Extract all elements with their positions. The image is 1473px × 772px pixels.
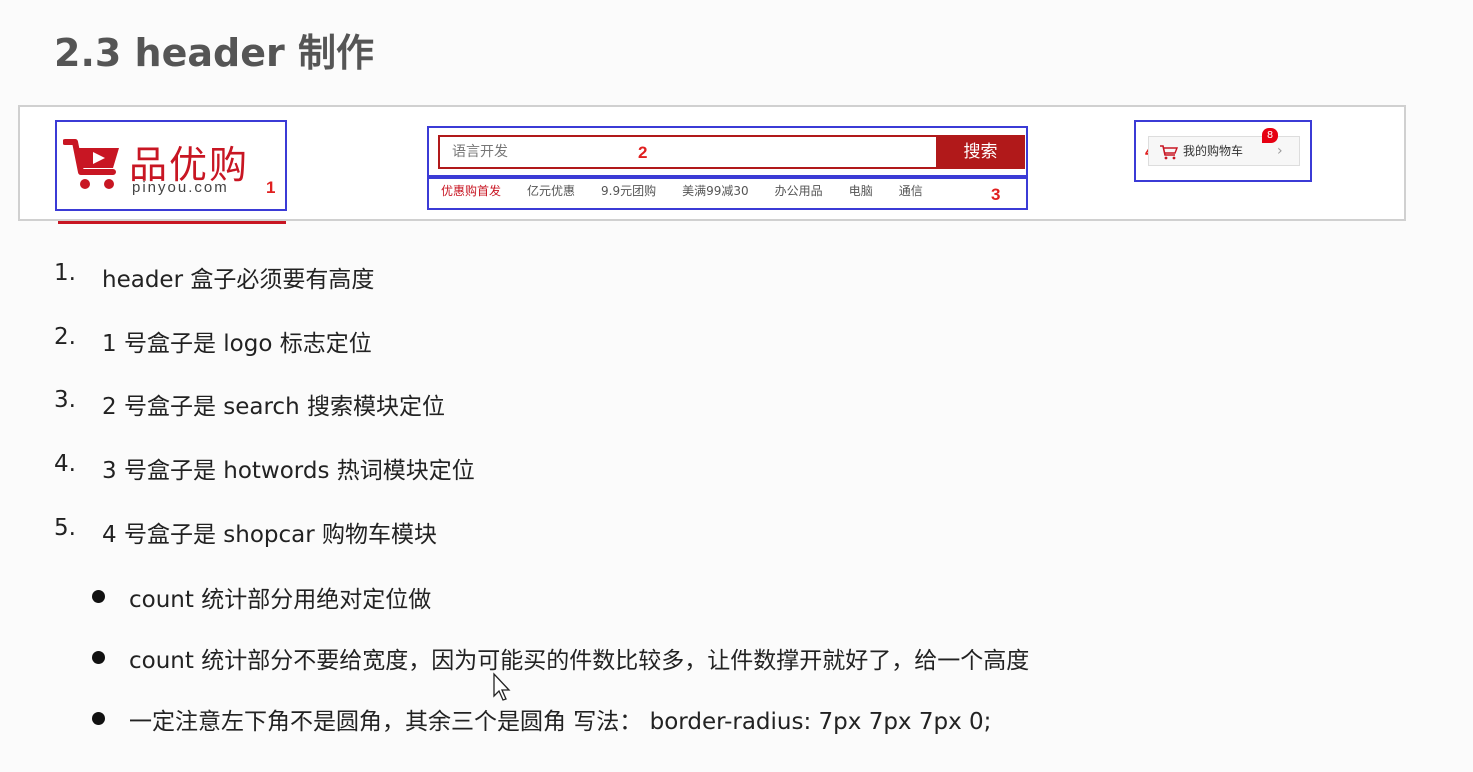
shopcar-button[interactable]: 我的购物车 › 8 [1148,128,1300,166]
mouse-cursor-icon [493,672,511,701]
list-item-text: 2 号盒子是 search 搜索模块定位 [102,394,445,420]
list-item-text: 1 号盒子是 logo 标志定位 [102,331,372,357]
bullet-dot [92,590,105,603]
logo-underline [58,221,286,224]
list-item-number: 5. [54,515,76,541]
cart-logo-icon [63,139,119,189]
bullet-text: 一定注意左下角不是圆角，其余三个是圆角 写法： border-radius: 7… [129,709,992,735]
list-item-number: 1. [54,260,76,286]
search-box: 语言开发 2 搜索 [427,126,1028,177]
hotword-item[interactable]: 9.9元团购 [601,184,656,198]
hotword-item[interactable]: 美满99减30 [682,184,749,198]
list-item-number: 4. [54,451,76,477]
list-item-text: 4 号盒子是 shopcar 购物车模块 [102,522,437,548]
hotwords-list: 优惠购首发 亿元优惠 9.9元团购 美满99减30 办公用品 电脑 通信 [441,182,949,199]
search-button[interactable]: 搜索 [936,135,1025,169]
shopcar-label: 我的购物车 [1183,144,1244,158]
hotword-item[interactable]: 通信 [899,184,923,198]
hotword-item[interactable]: 优惠购首发 [441,184,501,198]
logo-box: 品优购 pinyou.com 1 [55,120,287,211]
box-number-1: 1 [266,178,276,197]
list-item-text: 3 号盒子是 hotwords 热词模块定位 [102,458,475,484]
logo-domain: pinyou.com [132,179,229,196]
page-title: 2.3 header 制作 [54,31,374,75]
hotword-item[interactable]: 电脑 [849,184,873,198]
bullet-dot [92,712,105,725]
bullet-text: count 统计部分不要给宽度，因为可能买的件数比较多，让件数撑开就好了，给一个… [129,648,1030,674]
shopcar-count-badge: 8 [1262,128,1278,143]
box-number-2: 2 [638,143,648,162]
header-demo-image: 品优购 pinyou.com 1 语言开发 2 搜索 优惠购首发 亿元优惠 9.9元… [18,105,1406,224]
list-item-text: header 盒子必须要有高度 [102,267,375,293]
box-number-3: 3 [991,185,1001,204]
search-input[interactable]: 语言开发 [438,135,938,169]
shopcar-box: 4 我的购物车 › 8 [1134,120,1312,182]
chevron-right-icon: › [1277,143,1283,159]
shopping-cart-icon [1160,145,1179,160]
list-item-number: 3. [54,387,76,413]
list-item-number: 2. [54,324,76,350]
hotword-item[interactable]: 亿元优惠 [527,184,575,198]
bullet-text: count 统计部分用绝对定位做 [129,587,432,613]
hotword-item[interactable]: 办公用品 [775,184,823,198]
hotwords-box: 优惠购首发 亿元优惠 9.9元团购 美满99减30 办公用品 电脑 通信 3 [427,177,1028,210]
bullet-dot [92,651,105,664]
